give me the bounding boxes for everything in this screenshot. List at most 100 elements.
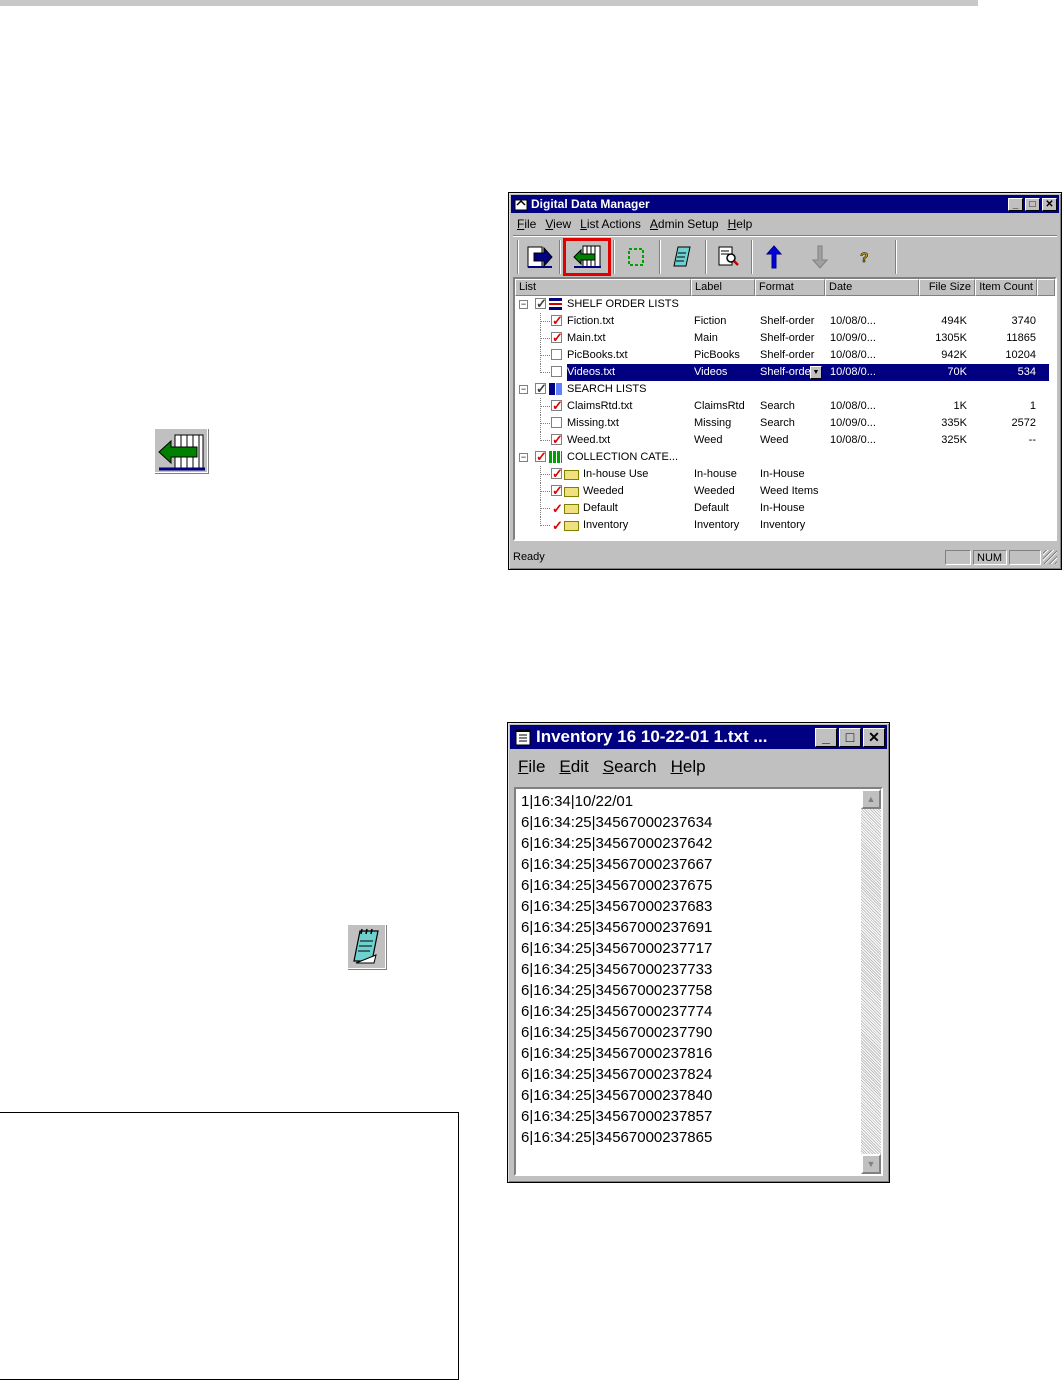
collection-grid-icon (549, 451, 562, 463)
column-header-list[interactable]: List (515, 279, 691, 296)
text-line: 6|16:34:25|34567000237642 (521, 835, 713, 852)
vertical-scrollbar[interactable]: ▲ ▼ (861, 789, 881, 1174)
notepad-window: Inventory 16 10-22-01 1.txt ... _ □ ✕ Fi… (507, 722, 890, 1183)
list-row[interactable]: ✓ Fiction.txt Fiction Shelf-order 10/08/0...… (515, 313, 1055, 330)
menu-help[interactable]: Help (728, 217, 753, 231)
row-checkbox[interactable]: ✓ (551, 314, 563, 327)
row-checkbox[interactable]: ✓ (551, 484, 563, 497)
row-checkbox[interactable] (551, 349, 562, 360)
toolbar-separator (613, 240, 615, 274)
move-down-icon (811, 245, 829, 269)
list-date: 10/08/0... (830, 366, 876, 378)
resize-grip[interactable] (1043, 550, 1057, 564)
list-row[interactable]: ✓ Main.txt Main Shelf-order 10/09/0... 1305K 1… (515, 330, 1055, 347)
status-bar: Ready NUM (513, 547, 1057, 567)
move-up-icon (765, 245, 783, 269)
group-label: SEARCH LISTS (567, 383, 647, 395)
menu-bar: File Edit Search Help (512, 753, 885, 781)
list-row[interactable]: Missing.txt Missing Search 10/09/0... 335K 25… (515, 415, 1055, 432)
menu-list-actions[interactable]: List Actions (580, 217, 641, 231)
toolbar-separator (895, 240, 897, 274)
folder-icon (564, 504, 579, 514)
text-editor[interactable]: 1|16:34|10/22/01 6|16:34:25|3456700023763… (514, 787, 883, 1176)
toolbar-separator (659, 240, 661, 274)
format-dropdown-button[interactable]: ▼ (810, 366, 822, 379)
notepad-button[interactable] (667, 242, 697, 272)
column-header-format[interactable]: Format (755, 279, 825, 296)
maximize-button[interactable]: □ (839, 727, 861, 747)
row-checkbox[interactable] (551, 417, 562, 428)
menu-file[interactable]: File (517, 217, 536, 231)
file-content: 1|16:34|10/22/01 6|16:34:25|3456700023763… (521, 791, 712, 1148)
refresh-icon (628, 248, 644, 266)
view-button[interactable] (713, 242, 743, 272)
menu-help[interactable]: Help (671, 757, 706, 777)
menu-bar: File View List Actions Admin Setup Help (513, 215, 1057, 233)
help-button[interactable]: ? (849, 242, 879, 272)
status-text: Ready (513, 551, 545, 563)
move-down-button[interactable] (805, 242, 835, 272)
view-document-icon (718, 246, 739, 266)
tree-group[interactable]: − ✓ SEARCH LISTS (515, 381, 1055, 398)
move-up-button[interactable] (759, 242, 789, 272)
scroll-down-button[interactable]: ▼ (861, 1154, 881, 1174)
list-row[interactable]: ✓ Weed.txt Weed Weed 10/08/0... 325K -- (515, 432, 1055, 449)
text-line: 6|16:34:25|34567000237816 (521, 1045, 713, 1062)
minimize-button[interactable]: _ (1008, 197, 1023, 211)
list-row[interactable]: Videos.txt Videos Shelf-orde ▼ 10/08/0... 70K… (515, 364, 1055, 381)
tree-line (540, 338, 550, 339)
menu-file[interactable]: File (518, 757, 545, 777)
text-line: 6|16:34:25|34567000237857 (521, 1108, 713, 1125)
list-file-size: 1305K (935, 332, 967, 344)
text-line: 6|16:34:25|34567000237758 (521, 982, 713, 999)
menu-edit[interactable]: Edit (559, 757, 588, 777)
list-row[interactable]: ✓ Default Default In-House (515, 500, 1055, 517)
column-headers: List Label Format Date File Size Item Co… (515, 279, 1055, 296)
column-header-file-size[interactable]: File Size (919, 279, 975, 296)
row-checkbox[interactable]: ✓ (551, 433, 563, 446)
close-button[interactable]: ✕ (1042, 197, 1057, 211)
scroll-up-button[interactable]: ▲ (861, 789, 881, 809)
text-line: 6|16:34:25|34567000237790 (521, 1024, 713, 1041)
maximize-button[interactable]: □ (1025, 197, 1040, 211)
list-row[interactable]: ✓ In-house Use In-house In-House (515, 466, 1055, 483)
list-item-count: -- (1028, 434, 1036, 446)
send-button[interactable] (525, 242, 555, 272)
menu-search[interactable]: Search (603, 757, 657, 777)
close-button[interactable]: ✕ (863, 727, 885, 747)
list-format: Weed (760, 434, 789, 446)
list-label: Inventory (694, 519, 740, 531)
column-header-date[interactable]: Date (825, 279, 919, 296)
group-checkbox[interactable]: ✓ (535, 297, 547, 310)
menu-view[interactable]: View (545, 217, 571, 231)
group-checkbox[interactable]: ✓ (535, 450, 547, 463)
list-row[interactable]: ✓ ClaimsRtd.txt ClaimsRtd Search 10/08/0... 1… (515, 398, 1055, 415)
group-label: COLLECTION CATE... (567, 451, 679, 463)
check-mark-icon: ✓ (552, 466, 563, 481)
refresh-button[interactable] (621, 242, 651, 272)
list-name: Videos.txt (567, 366, 616, 378)
receive-button[interactable] (563, 238, 611, 276)
list-tree-view[interactable]: List Label Format Date File Size Item Co… (513, 277, 1057, 541)
column-header-item-count[interactable]: Item Count (975, 279, 1037, 296)
list-date: 10/08/0... (830, 400, 876, 412)
collapse-toggle[interactable]: − (519, 300, 528, 309)
collapse-toggle[interactable]: − (519, 385, 528, 394)
list-label: Fiction (694, 315, 727, 327)
group-checkbox[interactable]: ✓ (535, 382, 547, 395)
tree-group[interactable]: − ✓ COLLECTION CATE... (515, 449, 1055, 466)
row-checkbox[interactable] (551, 366, 562, 377)
list-row[interactable]: ✓ Inventory Inventory Inventory (515, 517, 1055, 534)
row-checkbox[interactable]: ✓ (551, 331, 563, 344)
menu-admin-setup[interactable]: Admin Setup (650, 217, 719, 231)
tree-group[interactable]: − ✓ SHELF ORDER LISTS (515, 296, 1055, 313)
list-date: 10/08/0... (830, 315, 876, 327)
collapse-toggle[interactable]: − (519, 453, 528, 462)
minimize-button[interactable]: _ (815, 727, 837, 747)
list-row[interactable]: PicBooks.txt PicBooks Shelf-order 10/08/0..… (515, 347, 1055, 364)
list-label: Videos (694, 366, 728, 378)
row-checkbox[interactable]: ✓ (551, 466, 563, 481)
list-row[interactable]: ✓ Weeded Weeded Weed Items (515, 483, 1055, 500)
row-checkbox[interactable]: ✓ (551, 399, 563, 412)
column-header-label[interactable]: Label (691, 279, 755, 296)
